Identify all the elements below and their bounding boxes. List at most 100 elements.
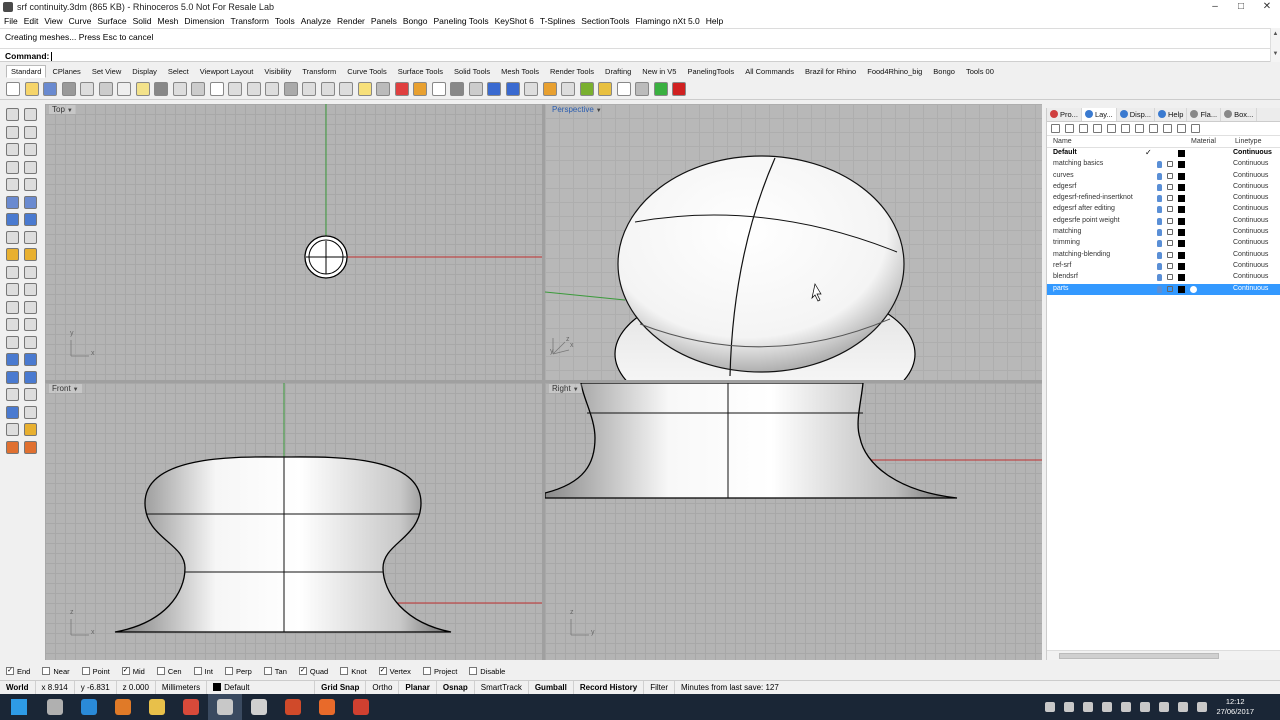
osnap-disable[interactable]: Disable [469, 667, 505, 676]
osnap-checkbox[interactable] [263, 667, 272, 675]
lightbulb-icon[interactable] [357, 81, 372, 96]
layer-row-edgesrfe-point-weight[interactable]: edgesrfe point weight Continuous [1047, 216, 1280, 227]
ellipse-icon[interactable] [6, 178, 19, 191]
tab-set-view[interactable]: Set View [87, 65, 126, 78]
edit-icon[interactable] [24, 388, 37, 401]
fillet-icon[interactable] [6, 265, 19, 279]
layer-color-swatch[interactable] [1178, 285, 1185, 293]
move-right-icon[interactable] [1135, 124, 1144, 133]
clock-icon[interactable] [598, 81, 612, 96]
osnap-checkbox[interactable] [42, 667, 51, 675]
tab-select[interactable]: Select [163, 65, 194, 78]
open-file-icon[interactable] [24, 81, 39, 96]
layer-row-default[interactable]: Default ✓ Continuous [1047, 148, 1280, 159]
undo-icon[interactable] [154, 81, 168, 96]
menu-item-panels[interactable]: Panels [371, 16, 397, 26]
tab-bongo[interactable]: Bongo [928, 65, 960, 78]
boolean-icon[interactable] [24, 248, 37, 261]
lightbulb-icon[interactable] [1157, 172, 1162, 180]
lightbulb-tray-icon[interactable] [1045, 702, 1056, 712]
panel-tab-fla[interactable]: Fla... [1187, 108, 1222, 121]
osnap-knot[interactable]: Knot [340, 667, 367, 676]
delete-icon[interactable] [1079, 124, 1088, 133]
lightbulb-icon[interactable] [1157, 262, 1162, 270]
tab-curve-tools[interactable]: Curve Tools [342, 65, 391, 78]
extrude-icon[interactable] [24, 230, 37, 244]
menu-item-solid[interactable]: Solid [133, 16, 152, 26]
tab-viewport-layout[interactable]: Viewport Layout [195, 65, 259, 78]
tab-tools-00[interactable]: Tools 00 [961, 65, 999, 78]
command-line[interactable]: Command: [0, 48, 1270, 62]
red-circle-icon[interactable] [672, 81, 686, 96]
osnap-checkbox[interactable] [422, 667, 431, 675]
tab-food4rhino-big[interactable]: Food4Rhino_big [862, 65, 927, 78]
layer-color-swatch[interactable] [1178, 262, 1185, 270]
blue-sphere-icon[interactable] [487, 81, 501, 96]
fill-icon[interactable] [24, 423, 37, 436]
unlock-icon[interactable] [1167, 183, 1173, 190]
layer-linetype[interactable]: Continuous [1233, 228, 1268, 235]
units-indicator[interactable]: Millimeters [156, 680, 208, 695]
lightbulb-icon[interactable] [1157, 206, 1162, 214]
layer-linetype[interactable]: Continuous [1233, 205, 1268, 212]
lock-icon[interactable] [376, 81, 390, 96]
minimize-button[interactable]: – [1202, 0, 1228, 14]
front-viewport[interactable]: Front ▼ z x [45, 383, 542, 660]
column-header-material[interactable]: Material [1191, 138, 1216, 145]
osnap-checkbox[interactable]: ✓ [378, 667, 387, 675]
layer-color-swatch[interactable] [1178, 217, 1185, 225]
layer-row-edgesrf[interactable]: edgesrf Continuous [1047, 182, 1280, 193]
menu-item-analyze[interactable]: Analyze [301, 16, 331, 26]
join-icon[interactable] [24, 335, 37, 349]
cloud-tray-icon[interactable] [1102, 702, 1113, 712]
split-icon[interactable] [6, 300, 19, 314]
zoom-selected-icon[interactable] [265, 81, 279, 96]
network-tray-icon[interactable] [1064, 702, 1075, 712]
new-sublayer-icon[interactable] [1065, 124, 1074, 133]
lightbulb-icon[interactable] [1157, 251, 1162, 259]
layer-color-swatch[interactable] [1178, 206, 1185, 214]
tab-drafting[interactable]: Drafting [600, 65, 636, 78]
right-viewport[interactable]: Right ▼ z y [545, 383, 1042, 660]
osnap-checkbox[interactable] [469, 667, 478, 675]
lightbulb-icon[interactable] [1157, 229, 1162, 237]
osnap-checkbox[interactable] [81, 667, 90, 675]
edit-points-icon[interactable] [6, 283, 19, 296]
layer-color-swatch[interactable] [1178, 150, 1185, 157]
free-curve-icon[interactable] [6, 195, 19, 209]
menu-item-t-splines[interactable]: T-Splines [540, 16, 575, 26]
column-header-name[interactable]: Name [1053, 138, 1072, 145]
move-up-icon[interactable] [1093, 124, 1102, 133]
text-icon[interactable] [24, 353, 37, 366]
osnap-checkbox[interactable]: ✓ [6, 667, 14, 675]
analyze-icon[interactable] [24, 283, 37, 296]
osnap-point[interactable]: Point [81, 667, 110, 676]
tab-standard[interactable]: Standard [6, 65, 47, 78]
ghost-sphere-icon[interactable] [468, 81, 483, 96]
grid-tool-icon[interactable] [24, 405, 37, 419]
osnap-checkbox[interactable]: ✓ [121, 667, 130, 675]
copy-icon[interactable] [117, 81, 131, 96]
osnap-project[interactable]: Project [422, 667, 457, 676]
lightbulb-icon[interactable] [1157, 240, 1162, 248]
unlock-icon[interactable] [1167, 240, 1173, 247]
cylinder-icon[interactable] [635, 81, 649, 96]
tab-panelingtools[interactable]: PanelingTools [682, 65, 739, 78]
filter-toggle[interactable]: Filter [644, 680, 675, 695]
menu-item-view[interactable]: View [44, 16, 62, 26]
import-icon[interactable] [80, 81, 94, 96]
layer-linetype[interactable]: Continuous [1233, 239, 1268, 246]
lightbulb-icon[interactable] [1157, 217, 1162, 225]
tab-brazil-for-rhino[interactable]: Brazil for Rhino [800, 65, 861, 78]
menu-item-render[interactable]: Render [337, 16, 365, 26]
rotate-view-icon[interactable] [191, 81, 205, 96]
shield-tray-icon[interactable] [1121, 702, 1132, 712]
layer-linetype[interactable]: Continuous [1233, 285, 1268, 292]
mirror-icon[interactable] [24, 318, 37, 331]
lightbulb-tool-icon[interactable] [6, 405, 19, 419]
lightbulb-icon[interactable] [1157, 195, 1162, 203]
polyline-icon[interactable] [6, 125, 19, 139]
tab-new-in-v5[interactable]: New in V5 [637, 65, 681, 78]
tools-icon[interactable] [1177, 124, 1186, 133]
panel-tab-disp[interactable]: Disp... [1117, 108, 1155, 121]
